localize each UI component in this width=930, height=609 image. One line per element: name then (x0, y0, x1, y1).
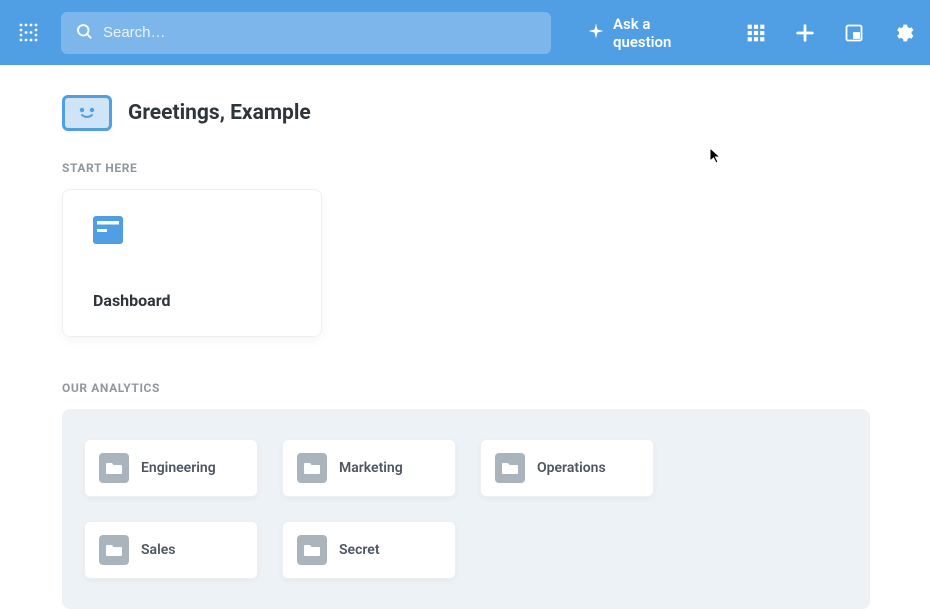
collection-card[interactable]: Marketing (282, 439, 456, 497)
collection-name: Secret (339, 542, 380, 558)
greeting-row: Greetings, Example (62, 95, 870, 131)
dashboard-card[interactable]: Dashboard (62, 189, 322, 337)
collection-card[interactable]: Operations (480, 439, 654, 497)
grid-icon[interactable] (746, 23, 766, 43)
sparkle-icon (587, 22, 605, 44)
greeting-face-icon (62, 95, 112, 131)
folder-icon (297, 535, 327, 565)
greeting-text: Greetings, Example (128, 101, 311, 125)
folder-icon (297, 453, 327, 483)
app-logo[interactable] (16, 19, 43, 47)
start-here-label: START HERE (62, 161, 870, 175)
collection-card[interactable]: Sales (84, 521, 258, 579)
our-analytics-label: OUR ANALYTICS (62, 381, 870, 395)
dashboard-icon (93, 216, 123, 244)
ask-question-label: Ask a question (613, 15, 708, 51)
folder-icon (99, 453, 129, 483)
dashboard-card-title: Dashboard (93, 291, 291, 310)
plus-icon[interactable] (794, 22, 816, 44)
main-content: Greetings, Example START HERE Dashboard … (0, 65, 930, 609)
collection-card[interactable]: Secret (282, 521, 456, 579)
collection-name: Engineering (141, 460, 216, 476)
collection-name: Operations (537, 460, 606, 476)
gear-icon[interactable] (892, 22, 914, 44)
search-bar[interactable] (61, 12, 551, 54)
folder-icon (99, 535, 129, 565)
folder-icon (495, 453, 525, 483)
archive-icon[interactable] (844, 23, 864, 43)
search-icon (75, 22, 93, 44)
analytics-panel: Engineering Marketing Operations Sales Secre… (62, 409, 870, 609)
top-navbar: Ask a question (0, 0, 930, 65)
ask-question-button[interactable]: Ask a question (587, 15, 708, 51)
collection-name: Sales (141, 542, 175, 558)
nav-icon-group (746, 22, 914, 44)
collection-card[interactable]: Engineering (84, 439, 258, 497)
collection-name: Marketing (339, 460, 403, 476)
search-input[interactable] (103, 24, 537, 41)
